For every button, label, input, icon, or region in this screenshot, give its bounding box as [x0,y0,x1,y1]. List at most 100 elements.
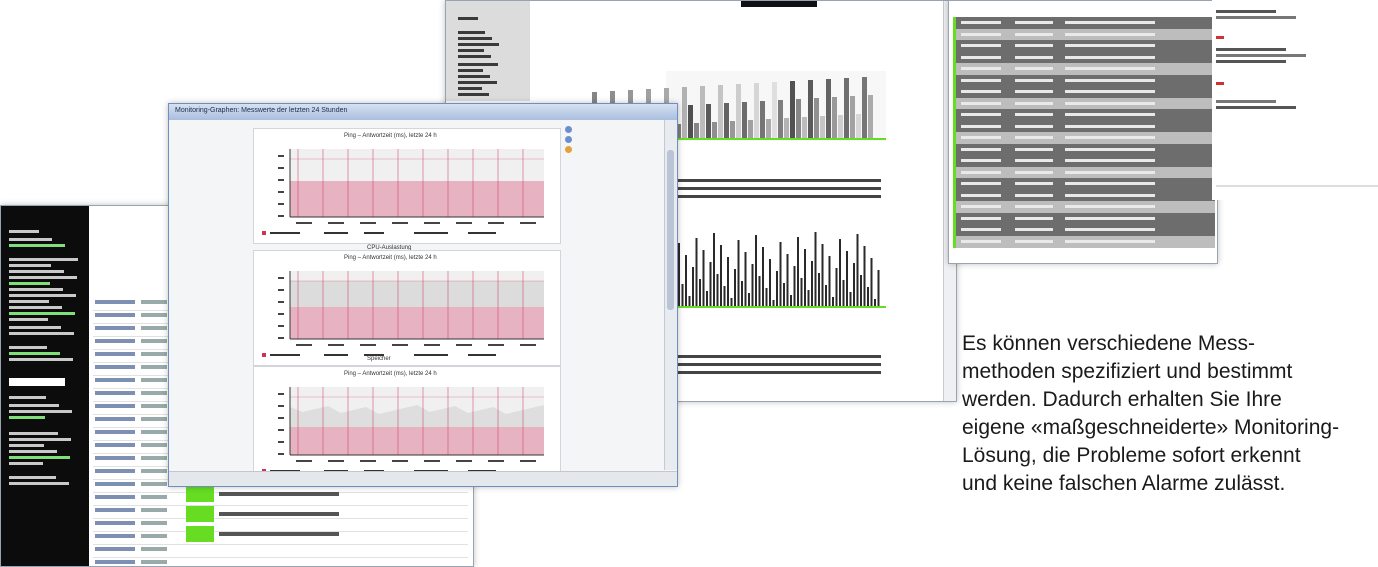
status-ok-mark [953,40,956,52]
tick-label [520,460,536,462]
caption-line: und keine falschen Alarme zulässt. [962,472,1286,495]
table-cell [1015,90,1053,93]
tick-label [278,325,284,327]
graph-canvas [262,271,544,357]
legend-swatch [262,231,266,235]
status-ok-cell [186,526,214,542]
table-cell [219,492,339,496]
sidebar-item-line [9,230,39,233]
graph-bar [826,79,831,139]
tick-label [278,155,284,157]
table-cell [1065,78,1155,82]
status-ok-mark [953,166,956,179]
table-cell [1015,67,1053,70]
tick-label [278,337,284,339]
status-ok-mark [953,201,956,213]
graph-bar [844,78,849,139]
settings-icon[interactable] [565,146,572,153]
graph-section-label: Speicher [367,356,391,362]
tick-label [278,215,284,217]
sidebar-item-line [9,456,70,459]
status-bar [169,471,677,486]
graph-bar [706,104,711,139]
info-line [1216,48,1286,51]
table-row [953,201,1215,213]
graph-spike [734,269,736,306]
scrollbar-thumb[interactable] [667,150,674,310]
status-ok-mark [953,143,956,156]
table-cell [95,313,135,317]
graph-spike [842,280,845,306]
sidebar-search-input[interactable] [9,378,65,386]
graph-canvas [262,387,544,473]
graph-spike [825,285,827,306]
status-ok-mark [953,120,956,133]
legend-line [671,355,881,358]
graph-bar [778,100,783,139]
info-line [1216,100,1276,103]
tick-label [278,277,284,279]
table-cell [1065,182,1155,185]
vertical-scrollbar[interactable] [664,120,677,470]
graph-window: Monitoring-Graphen: Messwerte der letzte… [168,103,678,487]
info-line [1216,36,1224,39]
status-ok-mark [953,235,956,248]
table-cell [95,495,135,499]
table-cell [1015,170,1053,174]
table-row [93,556,468,566]
graph-spike [769,259,771,306]
graph-spike [744,252,747,306]
table-cell [1015,32,1053,36]
tick-label [278,191,284,193]
status-ok-mark [953,17,956,29]
info-line [1216,60,1286,63]
sidebar-item-line [9,444,44,447]
status-ok-mark [953,224,956,236]
tick-label [520,222,536,224]
graph-bar [790,81,795,139]
window-titlebar[interactable]: Monitoring-Graphen: Messwerte der letzte… [169,104,677,120]
tick-label [328,460,344,462]
sidebar-item-line [9,476,56,479]
table-cell [961,216,1001,220]
sidebar-item-line [9,358,73,361]
table-cell [95,378,135,382]
status-ok-mark [953,132,956,144]
graph-toolbar [565,126,573,156]
table-cell [141,521,167,525]
graph-spike [727,257,729,306]
table-cell [961,124,1001,128]
graph-spike [800,278,803,306]
sidebar-item-line [9,438,71,441]
table-cell [1015,44,1053,47]
window-title: Monitoring-Graphen: Messwerte der letzte… [175,107,348,114]
graph-spike [828,256,831,306]
zoom-icon[interactable] [565,126,572,133]
status-ok-mark [953,155,956,167]
table-cell [95,326,135,330]
legend-line [671,187,881,190]
legend-line [671,371,881,374]
sidebar-item-line [9,288,63,291]
table-cell [1065,124,1155,128]
table-cell [961,205,1001,208]
graph-spike [681,284,684,306]
caption-line: eigene «maßgeschneiderte» Monitoring- [962,416,1340,439]
tick-label [424,344,440,346]
refresh-icon[interactable] [565,136,572,143]
graph-spike [765,288,768,306]
graph-spike [818,273,820,306]
table-cell [1015,228,1053,231]
graph-spike [720,245,722,306]
graph-bar [772,82,777,139]
legend-text [324,232,348,234]
graph-spike [807,290,810,306]
graph-bar [748,120,753,139]
legend-text [468,354,496,356]
sidebar-item-line [9,318,48,321]
graph-bar [862,77,867,139]
table-cell [141,443,167,447]
graph-spike [804,249,806,306]
table-cell [961,136,1001,139]
graph-bar [724,103,729,139]
